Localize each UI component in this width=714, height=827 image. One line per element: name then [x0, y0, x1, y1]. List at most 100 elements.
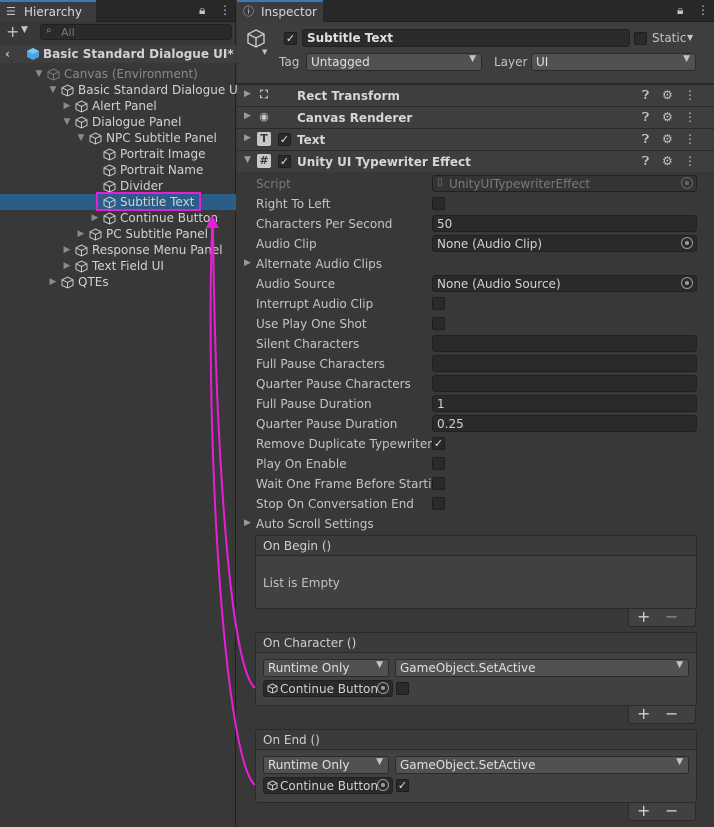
hierarchy-item[interactable]: Portrait Image	[0, 146, 236, 162]
add-button[interactable]: +	[6, 22, 19, 41]
property-input[interactable]	[432, 355, 697, 372]
hierarchy-item[interactable]: ▼ Canvas (Environment)	[0, 66, 236, 82]
hierarchy-item[interactable]: ▶ PC Subtitle Panel	[0, 226, 236, 242]
preset-sliders-icon[interactable]: ⚙︎	[662, 154, 673, 168]
static-checkbox[interactable]	[634, 32, 647, 45]
property-input[interactable]	[432, 335, 697, 352]
fold-closed-icon[interactable]: ▶	[244, 258, 251, 268]
kebab-menu-icon[interactable]: ⋮	[219, 3, 231, 17]
fold-open-icon[interactable]: ▼	[34, 66, 44, 82]
target-object-field[interactable]: Continue Button	[263, 777, 393, 794]
help-icon[interactable]: ❓︎	[642, 132, 649, 147]
tab-inspector[interactable]: ⓘ Inspector	[237, 0, 323, 22]
remove-listener-button[interactable]: −	[665, 609, 678, 625]
fold-closed-icon[interactable]: ▶	[244, 111, 251, 121]
object-name-input[interactable]: Subtitle Text	[302, 29, 630, 47]
property-input[interactable]: 1	[432, 395, 697, 412]
hierarchy-item[interactable]: ▼ Basic Standard Dialogue UI	[0, 82, 242, 98]
function-dropdown[interactable]: GameObject.SetActive ▼	[395, 659, 689, 677]
help-icon[interactable]: ❓︎	[642, 110, 649, 125]
tab-hierarchy[interactable]: ☰ Hierarchy	[0, 0, 96, 22]
help-icon[interactable]: ❓︎	[642, 154, 649, 169]
fold-open-icon[interactable]: ▼	[62, 114, 72, 130]
fold-closed-icon[interactable]: ▶	[244, 89, 251, 99]
property-checkbox[interactable]	[432, 497, 445, 510]
tag-dropdown[interactable]: Untagged ▼	[306, 53, 482, 71]
add-listener-button[interactable]: +	[637, 609, 650, 625]
property-input[interactable]: 50	[432, 215, 697, 232]
foldout-label[interactable]: Auto Scroll Settings	[256, 517, 556, 531]
fold-closed-icon[interactable]: ▶	[90, 210, 100, 226]
object-field[interactable]: None (Audio Source)	[432, 275, 697, 292]
fold-closed-icon[interactable]: ▶	[62, 258, 72, 274]
property-checkbox[interactable]	[432, 297, 445, 310]
property-checkbox[interactable]: ✓	[432, 437, 445, 450]
layer-dropdown[interactable]: UI ▼	[531, 53, 696, 71]
kebab-menu-icon[interactable]: ⋮	[684, 110, 696, 124]
component-header[interactable]: ▶ T ✓ Text ❓︎ ⚙︎ ⋮	[237, 128, 714, 150]
add-listener-button[interactable]: +	[637, 706, 650, 722]
property-checkbox[interactable]	[432, 457, 445, 470]
fold-closed-icon[interactable]: ▶	[62, 242, 72, 258]
chevron-down-icon[interactable]: ▼	[21, 25, 28, 35]
runtime-mode-dropdown[interactable]: Runtime Only ▼	[263, 659, 389, 677]
hierarchy-item[interactable]: ▶ Continue Button	[0, 210, 236, 226]
hierarchy-item[interactable]: Portrait Name	[0, 162, 236, 178]
kebab-menu-icon[interactable]: ⋮	[684, 88, 696, 102]
hierarchy-item[interactable]: ▶ Alert Panel	[0, 98, 236, 114]
component-header[interactable]: ▶ ⛶ Rect Transform ❓︎ ⚙︎ ⋮	[237, 84, 714, 106]
fold-open-icon[interactable]: ▼	[48, 82, 58, 98]
fold-closed-icon[interactable]: ▶	[244, 133, 251, 143]
hierarchy-item[interactable]: ▼ Dialogue Panel	[0, 114, 236, 130]
argument-checkbox[interactable]	[396, 682, 409, 695]
fold-open-icon[interactable]: ▼	[76, 130, 86, 146]
scene-header[interactable]: ‹ Basic Standard Dialogue UI*	[0, 45, 236, 63]
hierarchy-item[interactable]: ▶ Text Field UI	[0, 258, 236, 274]
kebab-menu-icon[interactable]: ⋮	[684, 132, 696, 146]
object-field[interactable]: None (Audio Clip)	[432, 235, 697, 252]
kebab-menu-icon[interactable]: ⋮	[697, 3, 709, 17]
search-input[interactable]: ⌕ All	[40, 24, 232, 40]
property-checkbox[interactable]	[432, 477, 445, 490]
object-picker-icon[interactable]	[681, 277, 693, 289]
property-input[interactable]: 0.25	[432, 415, 697, 432]
hierarchy-item[interactable]: ▶ QTEs	[0, 274, 236, 290]
rect-transform-icon: ⛶	[260, 88, 268, 101]
object-picker-icon[interactable]	[377, 779, 389, 791]
object-picker-icon[interactable]	[377, 682, 389, 694]
fold-closed-icon[interactable]: ▶	[62, 98, 72, 114]
lock-icon[interactable]: 🔒︎	[677, 3, 683, 18]
add-listener-button[interactable]: +	[637, 803, 650, 819]
runtime-mode-dropdown[interactable]: Runtime Only ▼	[263, 756, 389, 774]
property-input[interactable]	[432, 375, 697, 392]
hierarchy-item[interactable]: ▶ Response Menu Panel	[0, 242, 236, 258]
static-dropdown-icon[interactable]: ▼	[687, 33, 693, 42]
function-dropdown[interactable]: GameObject.SetActive ▼	[395, 756, 689, 774]
chevron-down-icon[interactable]: ▼	[262, 48, 267, 56]
back-chevron-icon[interactable]: ‹	[5, 45, 10, 63]
argument-checkbox[interactable]: ✓	[396, 779, 409, 792]
property-checkbox[interactable]	[432, 197, 445, 210]
object-picker-icon[interactable]	[681, 237, 693, 249]
target-object-field[interactable]: Continue Button	[263, 680, 393, 697]
lock-icon[interactable]: 🔒︎	[199, 3, 205, 18]
component-header[interactable]: ▼ # ✓ Unity UI Typewriter Effect ❓︎ ⚙︎ ⋮	[237, 150, 714, 172]
preset-sliders-icon[interactable]: ⚙︎	[662, 132, 673, 146]
help-icon[interactable]: ❓︎	[642, 88, 649, 103]
remove-listener-button[interactable]: −	[665, 706, 678, 722]
kebab-menu-icon[interactable]: ⋮	[684, 154, 696, 168]
hierarchy-item[interactable]: ▼ NPC Subtitle Panel	[0, 130, 236, 146]
fold-closed-icon[interactable]: ▶	[76, 226, 86, 242]
active-checkbox[interactable]: ✓	[284, 32, 297, 45]
preset-sliders-icon[interactable]: ⚙︎	[662, 88, 673, 102]
property-checkbox[interactable]	[432, 317, 445, 330]
component-header[interactable]: ▶ ◉ Canvas Renderer ❓︎ ⚙︎ ⋮	[237, 106, 714, 128]
remove-listener-button[interactable]: −	[665, 803, 678, 819]
component-enabled-checkbox[interactable]: ✓	[278, 155, 291, 168]
fold-closed-icon[interactable]: ▶	[48, 274, 58, 290]
preset-sliders-icon[interactable]: ⚙︎	[662, 110, 673, 124]
fold-closed-icon[interactable]: ▶	[244, 518, 251, 528]
foldout-label[interactable]: Alternate Audio Clips	[256, 257, 556, 271]
component-enabled-checkbox[interactable]: ✓	[278, 133, 291, 146]
fold-open-icon[interactable]: ▼	[244, 155, 251, 165]
